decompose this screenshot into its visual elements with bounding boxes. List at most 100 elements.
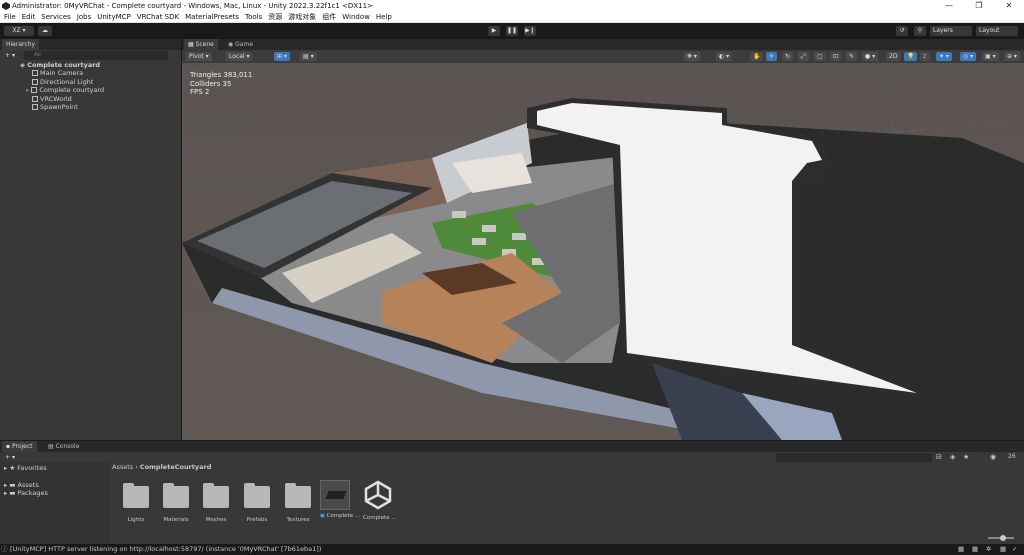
hierarchy-item-directional-light[interactable]: Directional Light [32, 78, 93, 86]
zoom-slider-handle[interactable] [1000, 535, 1006, 541]
asset-folder-prefabs[interactable]: Prefabs [242, 483, 272, 523]
hierarchy-item-label: SpawnPoint [40, 103, 78, 111]
move-gizmo-dropdown[interactable]: ✥ ▾ [684, 52, 700, 61]
history-icon[interactable]: ↺ [896, 26, 908, 36]
asset-label: Textures [286, 517, 310, 523]
gizmos-dropdown[interactable]: ⊕ ▾ [1004, 52, 1020, 61]
rotate-tool-icon[interactable]: ↻ [782, 52, 794, 61]
breadcrumb-assets[interactable]: Assets [112, 463, 133, 471]
favorite-search-icon[interactable]: ★ [963, 453, 969, 461]
effects-dropdown[interactable]: ✦ ▾ [936, 52, 952, 61]
hierarchy-search-placeholder: All [34, 52, 41, 58]
menu-vrchat-sdk[interactable]: VRChat SDK [137, 13, 179, 21]
hand-tool-icon[interactable]: ✋ [750, 52, 764, 61]
project-add-button[interactable]: + ▾ [2, 453, 18, 462]
menu-material-presets[interactable]: MaterialPresets [185, 13, 239, 21]
custom-tool-icon[interactable]: ✎ [846, 52, 858, 61]
assets-section[interactable]: ▸ ▬ Assets [4, 481, 39, 489]
menu-window[interactable]: Window [342, 13, 370, 21]
shading-mode-dropdown[interactable]: ● ▾ [862, 52, 879, 61]
shield-icon[interactable]: ▦ [1000, 544, 1006, 555]
camera-settings-dropdown[interactable]: ▣ ▾ [982, 52, 999, 61]
breadcrumb-current[interactable]: CompleteCourtyard [140, 463, 211, 471]
menu-tools[interactable]: Tools [245, 13, 262, 21]
tab-project-label: Project [11, 443, 33, 450]
status-message[interactable]: [UnityMCP] HTTP server listening on http… [10, 545, 321, 553]
menu-jobs[interactable]: Jobs [77, 13, 91, 21]
hierarchy-item-vrcworld[interactable]: VRCWorld [32, 95, 72, 103]
minimize-button[interactable]: — [934, 0, 964, 12]
asset-label: Meshes [205, 517, 227, 523]
snap-increment-dropdown[interactable]: ▤ ▾ [300, 52, 317, 61]
gameobject-icon [32, 79, 38, 85]
menu-unitymcp[interactable]: UnityMCP [97, 13, 131, 21]
menu-services[interactable]: Services [41, 13, 71, 21]
project-search-input[interactable] [776, 453, 932, 462]
asset-folder-lights[interactable]: Lights [121, 483, 151, 523]
close-button[interactable]: ✕ [994, 0, 1024, 12]
tab-game[interactable]: ◉ Game [224, 39, 257, 50]
menu-component[interactable]: 组件 [322, 12, 336, 22]
scale-tool-icon[interactable]: ⤢ [798, 52, 809, 61]
rect-tool-icon[interactable]: ▢ [814, 52, 826, 61]
tab-project[interactable]: ▪ Project [2, 441, 37, 452]
menu-file[interactable]: File [4, 13, 16, 21]
menu-assets[interactable]: 资源 [268, 12, 282, 22]
pause-button[interactable]: ❚❚ [506, 26, 518, 36]
asset-prefab-complete[interactable]: ● Complete ... [320, 480, 360, 519]
asset-folder-textures[interactable]: Textures [283, 483, 313, 523]
info-icon: ⓘ [1, 545, 8, 553]
debug-icon[interactable]: ✲ [986, 544, 991, 555]
audio-toggle-icon[interactable]: ♪ [920, 52, 930, 61]
draw-mode-dropdown[interactable]: ◐ ▾ [716, 52, 733, 61]
assets-label: Assets [17, 481, 39, 489]
asset-scene-complete[interactable]: Complete ... [363, 480, 397, 521]
hierarchy-scene-root[interactable]: ◈ Complete courtyard [20, 61, 100, 69]
menu-help[interactable]: Help [376, 13, 392, 21]
menu-gameobject[interactable]: 游戏对象 [288, 12, 316, 22]
hierarchy-add-button[interactable]: + ▾ [2, 51, 18, 60]
gameobject-icon [32, 70, 38, 76]
step-button[interactable]: ▶❙ [524, 26, 536, 36]
grid-snap-toggle[interactable]: ⊞ ▾ [274, 52, 290, 61]
scene-tabstrip: ▦ Scene ◉ Game [182, 39, 1024, 50]
network-icon[interactable]: ▦ [972, 544, 978, 555]
filter-by-label-icon[interactable]: ◈ [950, 453, 955, 461]
hierarchy-tabstrip: Hierarchy [0, 39, 181, 50]
menu-edit[interactable]: Edit [22, 13, 36, 21]
hidden-objects-icon[interactable]: ◎ ▾ [960, 52, 977, 61]
window-title: Administrator: 0MyVRChat - Complete cour… [12, 2, 373, 10]
lighting-toggle-icon[interactable]: 💡 [904, 52, 918, 61]
tab-console[interactable]: ▤ Console [44, 441, 83, 452]
packages-section[interactable]: ▸ ▬ Packages [4, 489, 48, 497]
hierarchy-item-main-camera[interactable]: Main Camera [32, 69, 83, 77]
progress-icon[interactable]: ▦ [958, 544, 964, 555]
hierarchy-search-input[interactable]: All [24, 51, 168, 60]
search-icon[interactable]: ⚲ [914, 26, 926, 36]
play-button[interactable]: ▶ [488, 26, 500, 36]
tab-scene[interactable]: ▦ Scene [184, 39, 218, 50]
visibility-icon[interactable]: ◉ [990, 453, 996, 461]
transform-tool-icon[interactable]: ⊡ [830, 52, 842, 61]
account-dropdown[interactable]: XZ ▾ [4, 26, 34, 36]
filter-by-type-icon[interactable]: ⊟ [936, 453, 942, 461]
layers-dropdown[interactable]: Layers [930, 26, 972, 36]
stats-colliders: Colliders 35 [190, 79, 232, 88]
hierarchy-panel [0, 39, 181, 440]
hierarchy-item-complete-courtyard[interactable]: ▸ Complete courtyard [26, 86, 104, 94]
asset-folder-meshes[interactable]: Meshes [201, 483, 231, 523]
cloud-icon[interactable]: ☁ [38, 26, 52, 36]
asset-folder-materials[interactable]: Materials [161, 483, 191, 523]
hierarchy-item-spawnpoint[interactable]: SpawnPoint [32, 103, 78, 111]
maximize-button[interactable]: ❐ [964, 0, 994, 12]
tab-hierarchy[interactable]: Hierarchy [2, 39, 40, 50]
local-dropdown[interactable]: Local ▾ [226, 52, 253, 61]
favorites-section[interactable]: ▸ ★ Favorites [4, 464, 47, 472]
scene-viewport[interactable]: Triangles 383,011 Colliders 35 FPS 2 [182, 63, 1024, 440]
menu-bar: File Edit Services Jobs UnityMCP VRChat … [0, 12, 1024, 23]
pivot-dropdown[interactable]: Pivot ▾ [186, 52, 212, 61]
layout-dropdown[interactable]: Layout [976, 26, 1018, 36]
check-icon[interactable]: ✓ [1012, 544, 1017, 555]
mode-2d-toggle[interactable]: 2D [886, 52, 901, 61]
move-tool-icon[interactable]: ✛ [766, 52, 778, 61]
